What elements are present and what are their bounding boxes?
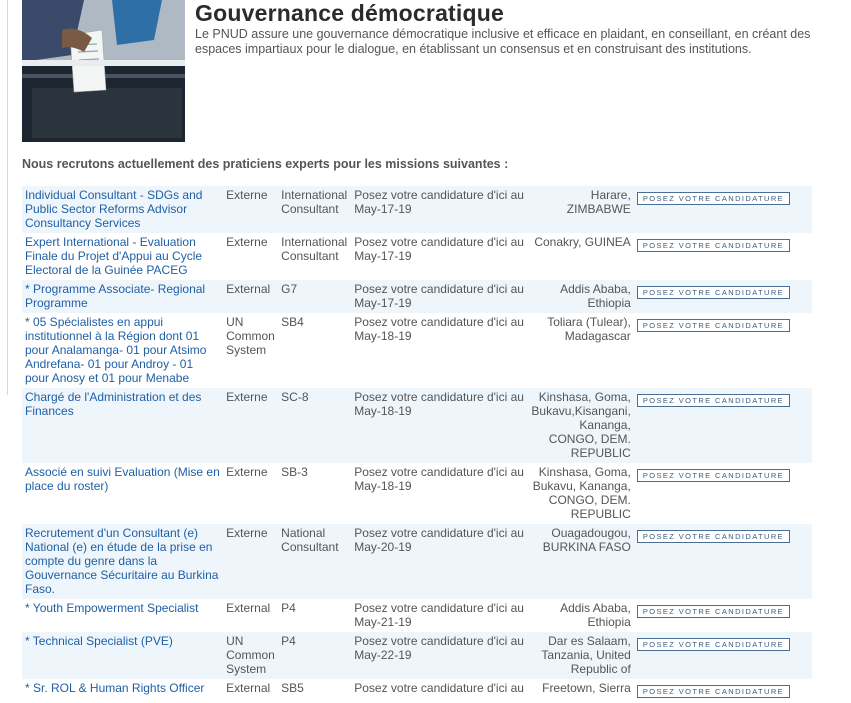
- job-title-link[interactable]: * 05 Spécialistes en appui institutionne…: [25, 315, 206, 385]
- apply-button[interactable]: POSEZ VOTRE CANDIDATURE: [636, 394, 791, 407]
- table-row: * Sr. ROL & Human Rights Officer Externa…: [22, 679, 812, 701]
- job-location: Ouagadougou, BURKINA FASO: [528, 524, 634, 599]
- table-row: Expert International - Evaluation Finale…: [22, 233, 812, 280]
- job-title-link[interactable]: Recrutement d'un Consultant (e) National…: [25, 526, 218, 596]
- apply-button[interactable]: POSEZ VOTRE CANDIDATURE: [636, 192, 791, 205]
- job-type: External: [223, 280, 279, 313]
- deadline-label: Posez votre candidature d'ici au: [354, 188, 524, 202]
- job-location: Kinshasa, Goma, Bukavu, Kananga, CONGO, …: [528, 463, 634, 524]
- job-type: External: [223, 599, 279, 632]
- deadline-date: May-18-19: [354, 479, 412, 493]
- deadline-label: Posez votre candidature d'ici au: [354, 526, 524, 540]
- deadline-date: May-22-19: [354, 648, 412, 662]
- apply-button[interactable]: POSEZ VOTRE CANDIDATURE: [636, 530, 791, 543]
- apply-button[interactable]: POSEZ VOTRE CANDIDATURE: [636, 319, 791, 332]
- job-location: Freetown, Sierra: [528, 679, 634, 701]
- deadline-label: Posez votre candidature d'ici au: [354, 681, 524, 695]
- table-row: * Technical Specialist (PVE) UN Common S…: [22, 632, 812, 679]
- apply-button[interactable]: POSEZ VOTRE CANDIDATURE: [636, 685, 791, 698]
- job-type: External: [223, 679, 279, 701]
- job-title-link[interactable]: * Programme Associate- Regional Programm…: [25, 282, 205, 310]
- apply-button[interactable]: POSEZ VOTRE CANDIDATURE: [636, 286, 791, 299]
- job-title-link[interactable]: * Sr. ROL & Human Rights Officer: [25, 681, 204, 695]
- job-type: Externe: [223, 524, 279, 599]
- page-title: Gouvernance démocratique: [195, 0, 504, 26]
- deadline-label: Posez votre candidature d'ici au: [354, 634, 524, 648]
- job-grade: National Consultant: [278, 524, 352, 599]
- job-title-link[interactable]: Associé en suivi Evaluation (Mise en pla…: [25, 465, 220, 493]
- job-title-link[interactable]: * Technical Specialist (PVE): [25, 634, 173, 648]
- job-type: Externe: [223, 186, 279, 233]
- table-row: * 05 Spécialistes en appui institutionne…: [22, 313, 812, 388]
- job-grade: G7: [278, 280, 352, 313]
- deadline-label: Posez votre candidature d'ici au: [354, 601, 524, 615]
- missions-intro: Nous recrutons actuellement des praticie…: [22, 157, 509, 171]
- apply-button[interactable]: POSEZ VOTRE CANDIDATURE: [636, 239, 791, 252]
- job-type: UN Common System: [223, 632, 279, 679]
- ballot-box-photo: [22, 0, 185, 142]
- job-grade: SC-8: [278, 388, 352, 463]
- job-location: Conakry, GUINEA: [528, 233, 634, 280]
- deadline-label: Posez votre candidature d'ici au: [354, 315, 524, 329]
- deadline-date: May-20-19: [354, 540, 412, 554]
- job-type: Externe: [223, 388, 279, 463]
- deadline-date: May-17-19: [354, 202, 412, 216]
- job-grade: P4: [278, 599, 352, 632]
- table-row: * Youth Empowerment Specialist External …: [22, 599, 812, 632]
- job-location: Harare, ZIMBABWE: [528, 186, 634, 233]
- left-border-line: [7, 0, 8, 395]
- job-grade: SB-3: [278, 463, 352, 524]
- job-location: Dar es Salaam, Tanzania, United Republic…: [528, 632, 634, 679]
- apply-button[interactable]: POSEZ VOTRE CANDIDATURE: [636, 605, 791, 618]
- job-title-link[interactable]: * Youth Empowerment Specialist: [25, 601, 198, 615]
- deadline-label: Posez votre candidature d'ici au: [354, 390, 524, 404]
- job-title-link[interactable]: Individual Consultant - SDGs and Public …: [25, 188, 202, 230]
- deadline-date: May-17-19: [354, 249, 412, 263]
- deadline-date: May-18-19: [354, 404, 412, 418]
- apply-button[interactable]: POSEZ VOTRE CANDIDATURE: [636, 469, 791, 482]
- jobs-table: Individual Consultant - SDGs and Public …: [22, 186, 812, 701]
- page-description: Le PNUD assure une gouvernance démocrati…: [195, 27, 811, 56]
- table-row: Associé en suivi Evaluation (Mise en pla…: [22, 463, 812, 524]
- apply-button[interactable]: POSEZ VOTRE CANDIDATURE: [636, 638, 791, 651]
- job-location: Addis Ababa, Ethiopia: [528, 280, 634, 313]
- job-grade: SB5: [278, 679, 352, 701]
- deadline-date: May-18-19: [354, 329, 412, 343]
- job-grade: International Consultant: [278, 186, 352, 233]
- job-title-link[interactable]: Expert International - Evaluation Finale…: [25, 235, 202, 277]
- job-title-link[interactable]: Chargé de l'Administration et des Financ…: [25, 390, 201, 418]
- deadline-label: Posez votre candidature d'ici au: [354, 282, 524, 296]
- job-type: Externe: [223, 463, 279, 524]
- job-grade: International Consultant: [278, 233, 352, 280]
- table-row: Chargé de l'Administration et des Financ…: [22, 388, 812, 463]
- deadline-date: May-17-19: [354, 296, 412, 310]
- table-row: Individual Consultant - SDGs and Public …: [22, 186, 812, 233]
- table-row: Recrutement d'un Consultant (e) National…: [22, 524, 812, 599]
- deadline-label: Posez votre candidature d'ici au: [354, 465, 524, 479]
- job-location: Kinshasa, Goma, Bukavu,Kisangani, Kanang…: [528, 388, 634, 463]
- deadline-label: Posez votre candidature d'ici au: [354, 235, 524, 249]
- hero-section: Gouvernance démocratique Le PNUD assure …: [195, 0, 825, 56]
- job-type: UN Common System: [223, 313, 279, 388]
- job-location: Toliara (Tulear), Madagascar: [528, 313, 634, 388]
- job-grade: SB4: [278, 313, 352, 388]
- job-type: Externe: [223, 233, 279, 280]
- job-location: Addis Ababa, Ethiopia: [528, 599, 634, 632]
- job-grade: P4: [278, 632, 352, 679]
- table-row: * Programme Associate- Regional Programm…: [22, 280, 812, 313]
- deadline-date: May-21-19: [354, 615, 412, 629]
